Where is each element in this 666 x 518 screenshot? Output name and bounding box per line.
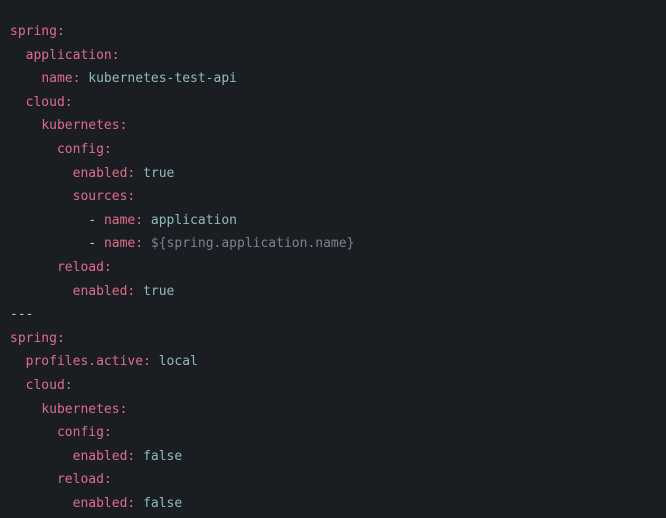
code-line: config: bbox=[10, 421, 656, 445]
yaml-key: spring: bbox=[10, 24, 65, 39]
yaml-dash: - bbox=[88, 236, 104, 251]
code-line: kubernetes: bbox=[10, 398, 656, 422]
yaml-key: enabled: bbox=[73, 166, 136, 181]
yaml-value: kubernetes-test-api bbox=[88, 71, 237, 86]
yaml-value: false bbox=[143, 496, 182, 511]
yaml-key: config: bbox=[57, 425, 112, 440]
yaml-code-block: spring: application: name: kubernetes-te… bbox=[10, 20, 656, 515]
yaml-key: enabled: bbox=[73, 496, 136, 511]
code-line: reload: bbox=[10, 256, 656, 280]
yaml-key: application: bbox=[26, 48, 120, 63]
code-line: application: bbox=[10, 44, 656, 68]
code-line: cloud: bbox=[10, 374, 656, 398]
code-line: reload: bbox=[10, 468, 656, 492]
yaml-key: enabled: bbox=[73, 284, 136, 299]
yaml-key: name: bbox=[104, 236, 143, 251]
code-line: cloud: bbox=[10, 91, 656, 115]
yaml-key: cloud: bbox=[26, 95, 73, 110]
yaml-key: config: bbox=[57, 142, 112, 157]
code-line: profiles.active: local bbox=[10, 350, 656, 374]
yaml-key: profiles.active: bbox=[26, 354, 151, 369]
yaml-key: reload: bbox=[57, 472, 112, 487]
code-line: enabled: true bbox=[10, 280, 656, 304]
code-line: sources: bbox=[10, 185, 656, 209]
code-line: enabled: false bbox=[10, 492, 656, 516]
yaml-value: local bbox=[159, 354, 198, 369]
code-line: kubernetes: bbox=[10, 114, 656, 138]
code-line: enabled: false bbox=[10, 445, 656, 469]
code-line: config: bbox=[10, 138, 656, 162]
code-line: --- bbox=[10, 303, 656, 327]
yaml-value: true bbox=[143, 166, 174, 181]
code-line: spring: bbox=[10, 20, 656, 44]
code-line: - name: ${spring.application.name} bbox=[10, 232, 656, 256]
yaml-value: false bbox=[143, 449, 182, 464]
yaml-key: sources: bbox=[73, 189, 136, 204]
code-line: enabled: true bbox=[10, 162, 656, 186]
yaml-value: application bbox=[151, 213, 237, 228]
yaml-key: name: bbox=[41, 71, 80, 86]
yaml-key: cloud: bbox=[26, 378, 73, 393]
code-line: name: kubernetes-test-api bbox=[10, 67, 656, 91]
yaml-value: true bbox=[143, 284, 174, 299]
yaml-key: reload: bbox=[57, 260, 112, 275]
yaml-key: name: bbox=[104, 213, 143, 228]
yaml-key: spring: bbox=[10, 331, 65, 346]
yaml-placeholder: ${spring.application.name} bbox=[151, 236, 355, 251]
yaml-key: kubernetes: bbox=[41, 118, 127, 133]
yaml-key: kubernetes: bbox=[41, 402, 127, 417]
yaml-dash: - bbox=[88, 213, 104, 228]
yaml-separator: --- bbox=[10, 307, 33, 322]
yaml-key: enabled: bbox=[73, 449, 136, 464]
code-line: - name: application bbox=[10, 209, 656, 233]
code-line: spring: bbox=[10, 327, 656, 351]
